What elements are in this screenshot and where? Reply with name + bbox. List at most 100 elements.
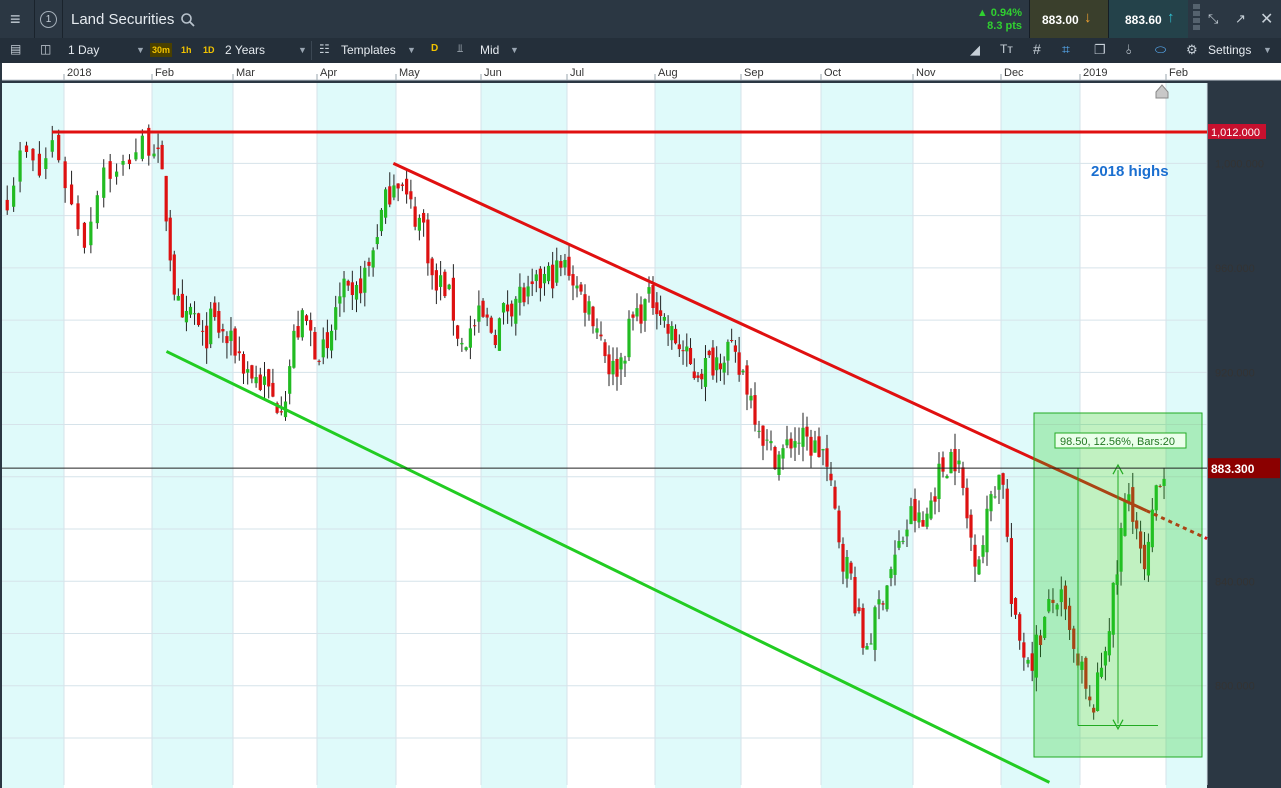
indicator-icon[interactable]: ⫰ [1126,42,1132,58]
candle-down [696,375,700,378]
timeframe-30m[interactable]: 30m [150,43,173,57]
candle-up [821,449,825,451]
collapse-icon[interactable]: ⤡ [1208,11,1218,27]
text-tool-icon[interactable]: Tт [1000,42,1013,56]
crosshair-icon[interactable]: ⌗ [1062,41,1070,58]
candle-up [246,369,250,373]
candle-up [905,529,909,537]
candle-down [325,332,329,349]
divider [311,41,312,60]
candle-up [777,454,781,476]
grid-icon[interactable]: # [1033,41,1041,57]
candle-up [643,299,647,321]
candle-up [354,284,359,300]
d-badge[interactable]: D [431,43,438,54]
candle-up [514,298,518,324]
candle-up [288,366,292,394]
arrow-up-icon: ↑ [1167,9,1175,26]
candle-down [221,328,225,332]
candle-down [773,446,777,470]
templates-icon[interactable]: ☷ [319,42,330,56]
search-icon[interactable] [180,12,196,28]
candle-up [897,541,901,548]
candle-down [241,354,246,374]
candle-up [292,330,296,368]
candle-up [957,460,961,465]
candle-up [587,301,591,315]
interval-select[interactable]: 1 Day [68,43,99,57]
x-tick-label: Sep [744,67,764,79]
candle-up [192,313,197,315]
candle-down [941,457,945,472]
candle-up [937,463,941,500]
gear-icon[interactable]: ⚙ [1186,42,1198,58]
timeframe-1h[interactable]: 1h [179,43,194,57]
price-type-select[interactable]: Mid [480,43,499,57]
candle-up [121,160,125,165]
close-icon[interactable]: ✕ [1260,9,1273,29]
candle-down [579,284,583,292]
candle-down [833,486,837,509]
x-tick-label: Jul [570,67,584,79]
chevron-down-icon[interactable]: ▼ [298,45,307,55]
candle-down [841,543,845,572]
popout-icon[interactable]: ↗ [1235,11,1246,27]
depth-bars-icon[interactable] [1193,4,1200,34]
layout-icon[interactable]: ◫ [40,42,51,56]
candle-down [481,300,485,317]
candle-down [367,261,371,266]
instrument-name[interactable]: Land Securities [71,11,174,28]
candle-up [384,189,388,218]
price-chart[interactable]: 2018 Feb Mar Apr May Jun Jul Aug Sep Oct Nov Dec 201… [0,63,1281,788]
templates-button[interactable]: Templates [341,43,396,57]
price-type-icon[interactable]: ⫫ [457,43,463,56]
candle-down [172,254,176,295]
settings-button[interactable]: Settings [1208,43,1251,57]
candle-down [881,603,885,605]
candle-up [321,339,325,358]
copy-icon[interactable]: ❐ [1094,42,1106,58]
sell-button[interactable]: 883.00 ↓ [1029,0,1108,38]
candle-down [506,304,510,312]
candle-up [869,643,873,645]
draw-line-icon[interactable]: ◢ [970,42,980,58]
candle-down [603,342,607,357]
candle-up [623,360,627,364]
candle-up [184,310,189,323]
sell-price: 883.00 [1042,13,1079,27]
candle-up [765,439,769,441]
candle-down [651,285,655,309]
list-icon[interactable]: ▤ [10,42,21,56]
candle-up [12,185,16,207]
candle-up [769,441,773,444]
instrument-number-badge[interactable]: 1 [40,11,57,28]
candle-up [89,221,93,246]
x-tick-label: Oct [824,67,841,79]
range-select[interactable]: 2 Years [225,43,265,57]
candle-up [375,237,379,245]
candle-down [681,350,685,352]
candle-down [359,278,363,294]
candle-up [981,545,985,557]
candle-up [342,278,346,298]
candle-down [233,328,237,356]
x-tick-label: Feb [1169,67,1188,79]
hamburger-icon[interactable]: ≡ [10,9,21,30]
tag-icon[interactable]: ⬭ [1155,42,1166,58]
candle-up [477,305,481,322]
candle-down [493,335,497,346]
chevron-down-icon[interactable]: ▼ [510,45,519,55]
daily-change: ▲ 0.94% 8.3 pts [962,0,1028,38]
candle-down [69,184,74,205]
candle-up [575,285,579,289]
chevron-down-icon[interactable]: ▼ [407,45,416,55]
candle-down [434,270,438,291]
buy-button[interactable]: 883.60 ↑ [1108,0,1188,38]
chevron-down-icon[interactable]: ▼ [136,45,145,55]
candle-down [156,147,160,150]
candle-up [595,328,599,333]
candle-up [722,362,726,373]
candle-up [726,341,730,361]
chevron-down-icon[interactable]: ▼ [1263,45,1272,55]
timeframe-1d[interactable]: 1D [201,43,217,57]
